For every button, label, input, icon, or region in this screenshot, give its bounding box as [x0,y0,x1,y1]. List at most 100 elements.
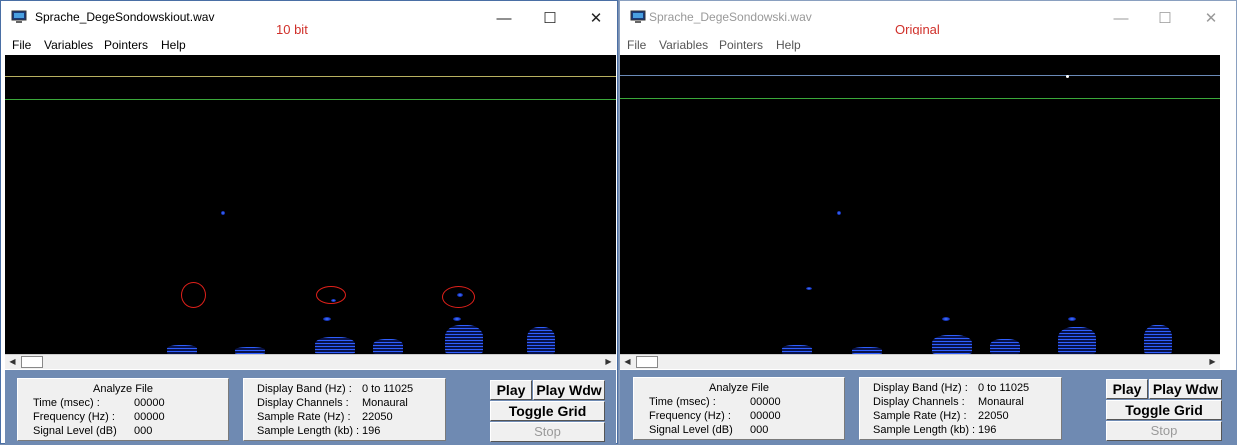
display-channels-value: Monaural [362,397,408,409]
upper-cursor-line [5,76,616,77]
analyze-file-box: Analyze File Time (msec) : 00000 Frequen… [633,377,845,440]
signal-blob [942,317,950,321]
display-channels-label: Display Channels : [873,396,965,408]
menu-pointers[interactable]: Pointers [104,38,148,52]
menu-help[interactable]: Help [776,38,801,52]
frequency-label: Frequency (Hz) : [649,410,731,422]
signal-dot [221,211,225,215]
sample-length-value: 196 [362,425,381,437]
menu-help[interactable]: Help [161,38,186,52]
play-window-button[interactable]: Play Wdw [1149,379,1222,399]
title-bar[interactable]: Sprache_DegeSondowski.wav Original — ☐ ✕ [620,1,1236,37]
menu-bar: File Variables Pointers Help [620,35,1236,55]
menu-bar: File Variables Pointers Help [1,35,617,55]
title-bar[interactable]: Sprache_DegeSondowskiout.wav 10 bit — ☐ … [1,1,619,37]
display-info-box: Display Band (Hz) : 0 to 11025 Display C… [859,377,1062,440]
close-button[interactable]: ✕ [1188,5,1234,33]
sample-rate-label: Sample Rate (Hz) : [257,411,351,423]
sample-length-value: 196 [978,424,997,436]
stop-button[interactable]: Stop [1106,421,1222,441]
annotation-circle [316,286,346,304]
menu-pointers[interactable]: Pointers [719,38,763,52]
formant-band [852,347,882,354]
signal-level-label: Signal Level (dB) [33,425,117,437]
maximize-button[interactable]: ☐ [1142,5,1188,33]
horizontal-scrollbar[interactable]: ◀ ▶ [5,354,616,369]
menu-file[interactable]: File [627,38,646,52]
display-band-label: Display Band (Hz) : [873,382,968,394]
scroll-thumb[interactable] [21,356,43,368]
scroll-right-icon[interactable]: ▶ [1205,355,1220,369]
scroll-thumb[interactable] [636,356,658,368]
spectrogram-display[interactable] [5,55,616,354]
window-title: Sprache_DegeSondowskiout.wav [35,10,215,24]
time-value: 00000 [134,397,165,409]
spectrogram-display[interactable] [620,55,1220,354]
signal-dot [837,211,841,215]
display-band-value: 0 to 11025 [362,383,414,395]
horizontal-scrollbar[interactable]: ◀ ▶ [620,354,1220,369]
sample-rate-label: Sample Rate (Hz) : [873,410,967,422]
frequency-value: 00000 [750,410,781,422]
formant-band [235,347,265,354]
signal-blob [806,287,812,290]
scroll-left-icon[interactable]: ◀ [5,355,20,369]
signal-level-value: 000 [134,425,153,437]
sample-rate-value: 22050 [362,411,393,423]
signal-blob [1068,317,1076,321]
toggle-grid-button[interactable]: Toggle Grid [490,401,605,421]
upper-cursor-line [620,75,1220,76]
formant-band [445,325,483,354]
menu-file[interactable]: File [12,38,31,52]
annotation-circle [442,286,475,308]
signal-blob [323,317,331,321]
display-channels-value: Monaural [978,396,1024,408]
annotation-circle [181,282,206,308]
minimize-button[interactable]: — [1098,5,1144,33]
analyze-header: Analyze File [709,382,769,394]
window-original: Sprache_DegeSondowski.wav Original — ☐ ✕… [619,0,1237,445]
signal-level-value: 000 [750,424,769,436]
lower-cursor-line [5,99,616,100]
stop-button[interactable]: Stop [490,422,605,442]
time-value: 00000 [750,396,781,408]
analyze-header: Analyze File [93,383,153,395]
formant-band [527,327,555,354]
scroll-left-icon[interactable]: ◀ [620,355,635,369]
close-button[interactable]: ✕ [573,5,619,33]
sample-length-label: Sample Length (kb) : [257,425,360,437]
lower-cursor-line [620,98,1220,99]
scroll-right-icon[interactable]: ▶ [601,355,616,369]
formant-band [990,339,1020,354]
formant-band [167,345,197,354]
formant-band [1058,327,1096,354]
play-button[interactable]: Play [490,380,532,400]
display-band-label: Display Band (Hz) : [257,383,352,395]
menu-variables[interactable]: Variables [659,38,708,52]
toggle-grid-button[interactable]: Toggle Grid [1106,400,1222,420]
formant-band [782,345,812,354]
monitor-icon [630,10,646,23]
frequency-label: Frequency (Hz) : [33,411,115,423]
monitor-icon [11,10,27,23]
display-band-value: 0 to 11025 [978,382,1030,394]
analyze-file-box: Analyze File Time (msec) : 00000 Frequen… [17,378,229,441]
formant-band [373,339,403,354]
minimize-button[interactable]: — [481,5,527,33]
time-label: Time (msec) : [649,396,716,408]
formant-band [932,335,972,354]
formant-band [1144,325,1172,354]
window-10bit: Sprache_DegeSondowskiout.wav 10 bit — ☐ … [0,0,619,445]
display-channels-label: Display Channels : [257,397,349,409]
menu-variables[interactable]: Variables [44,38,93,52]
frequency-value: 00000 [134,411,165,423]
play-window-button[interactable]: Play Wdw [533,380,605,400]
time-label: Time (msec) : [33,397,100,409]
signal-level-label: Signal Level (dB) [649,424,733,436]
signal-blob [453,317,461,321]
maximize-button[interactable]: ☐ [527,5,573,33]
formant-band [315,337,355,354]
play-button[interactable]: Play [1106,379,1148,399]
sample-rate-value: 22050 [978,410,1009,422]
window-title: Sprache_DegeSondowski.wav [649,10,812,24]
